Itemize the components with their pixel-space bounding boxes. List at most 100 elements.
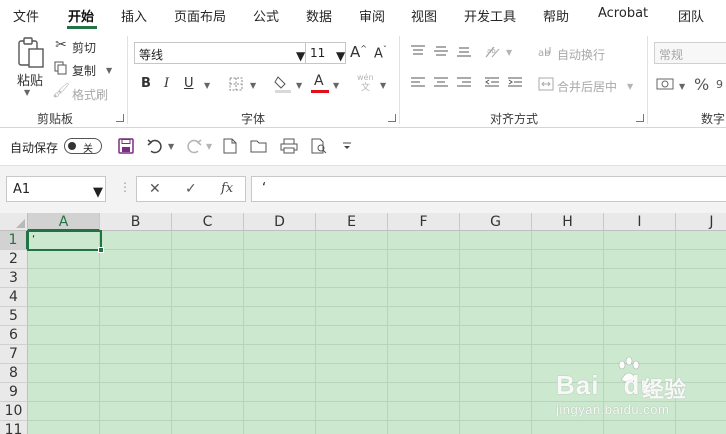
cut-button[interactable]: 剪切 <box>72 39 96 56</box>
underline-button[interactable]: U <box>184 76 194 91</box>
tab-insert[interactable]: 插入 <box>121 6 147 25</box>
orientation-dropdown-icon[interactable]: ▼ <box>506 48 512 57</box>
phonetic-guide-icon[interactable]: wén 文 <box>356 74 376 94</box>
orientation-icon[interactable]: ab <box>484 43 502 59</box>
accounting-dropdown-icon[interactable]: ▼ <box>679 82 685 91</box>
redo-icon[interactable] <box>184 137 204 155</box>
paste-icon[interactable] <box>14 36 48 70</box>
underline-dropdown-icon[interactable]: ▼ <box>204 81 210 90</box>
copy-button[interactable]: 复制 <box>72 62 96 79</box>
tab-file[interactable]: 文件 <box>13 6 39 25</box>
alignment-launcher-icon[interactable] <box>636 114 644 122</box>
column-header-a[interactable]: A <box>28 213 100 231</box>
tab-data[interactable]: 数据 <box>306 6 332 25</box>
save-icon[interactable] <box>117 137 135 155</box>
font-name-select[interactable]: 等线 ▼ <box>134 42 306 64</box>
undo-icon[interactable] <box>145 137 165 155</box>
row-header-6[interactable]: 6 <box>0 326 28 345</box>
cancel-entry-button[interactable]: ✕ <box>149 181 161 197</box>
undo-dropdown-icon[interactable]: ▼ <box>168 142 174 151</box>
formula-input[interactable]: ‘ <box>251 176 726 202</box>
scissors-icon[interactable]: ✂ <box>54 38 68 52</box>
enter-entry-button[interactable]: ✓ <box>185 181 197 197</box>
increase-font-size-button[interactable]: A^ <box>350 43 367 61</box>
increase-indent-icon[interactable] <box>507 76 523 90</box>
accounting-format-icon[interactable] <box>656 76 676 92</box>
wrap-text-icon[interactable]: ab <box>538 44 554 60</box>
open-folder-icon[interactable] <box>250 137 268 155</box>
align-bottom-icon[interactable] <box>456 44 472 58</box>
formula-bar-divider-handle[interactable]: ⋮ <box>119 180 131 194</box>
column-header-d[interactable]: D <box>244 213 316 231</box>
percent-style-button[interactable]: % <box>694 75 709 94</box>
row-header-5[interactable]: 5 <box>0 307 28 326</box>
print-icon[interactable] <box>280 137 298 155</box>
bold-button[interactable]: B <box>141 76 151 91</box>
align-left-icon[interactable] <box>410 76 426 90</box>
tab-view[interactable]: 视图 <box>411 6 437 25</box>
column-header-c[interactable]: C <box>172 213 244 231</box>
name-box[interactable]: A1 ▼ <box>6 176 106 202</box>
row-header-3[interactable]: 3 <box>0 269 28 288</box>
column-header-f[interactable]: F <box>388 213 460 231</box>
row-header-7[interactable]: 7 <box>0 345 28 364</box>
decrease-indent-icon[interactable] <box>484 76 500 90</box>
row-header-11[interactable]: 11 <box>0 421 28 434</box>
row-header-9[interactable]: 9 <box>0 383 28 402</box>
row-header-10[interactable]: 10 <box>0 402 28 421</box>
tab-acrobat[interactable]: Acrobat <box>598 6 648 21</box>
insert-function-button[interactable]: fx <box>221 181 233 196</box>
row-header-4[interactable]: 4 <box>0 288 28 307</box>
tab-review[interactable]: 审阅 <box>359 6 385 25</box>
tab-formulas[interactable]: 公式 <box>253 6 279 25</box>
fill-color-icon[interactable] <box>274 74 292 94</box>
tab-home[interactable]: 开始 <box>68 6 94 25</box>
font-size-select[interactable]: 11 ▼ <box>306 42 346 64</box>
format-painter-icon[interactable]: 🖌 <box>52 84 70 98</box>
border-icon[interactable] <box>228 76 244 92</box>
merge-center-button[interactable]: 合并后居中 <box>557 78 617 95</box>
row-header-1[interactable]: 1 <box>0 231 28 250</box>
new-file-icon[interactable] <box>222 137 238 155</box>
tab-team[interactable]: 团队 <box>678 6 704 25</box>
column-header-g[interactable]: G <box>460 213 532 231</box>
autosave-toggle[interactable]: 关 <box>64 138 102 155</box>
redo-dropdown-icon[interactable]: ▼ <box>206 142 212 151</box>
fill-color-dropdown-icon[interactable]: ▼ <box>296 81 302 90</box>
align-middle-icon[interactable] <box>433 44 449 58</box>
decrease-font-size-button[interactable]: Aˇ <box>374 45 387 61</box>
print-preview-icon[interactable] <box>310 137 328 155</box>
tab-help[interactable]: 帮助 <box>543 6 569 25</box>
fill-handle[interactable] <box>98 247 104 253</box>
align-top-icon[interactable] <box>410 44 426 58</box>
border-dropdown-icon[interactable]: ▼ <box>250 81 256 90</box>
column-header-j[interactable]: J <box>676 213 726 231</box>
tab-developer[interactable]: 开发工具 <box>464 6 516 25</box>
phonetic-dropdown-icon[interactable]: ▼ <box>380 81 386 90</box>
customize-toolbar-icon[interactable] <box>340 138 354 154</box>
align-center-icon[interactable] <box>433 76 449 90</box>
wrap-text-button[interactable]: 自动换行 <box>557 46 605 63</box>
select-all-button[interactable] <box>0 213 28 231</box>
active-cell-a1[interactable] <box>27 230 104 253</box>
copy-icon[interactable] <box>54 61 68 75</box>
align-right-icon[interactable] <box>456 76 472 90</box>
font-color-icon[interactable]: A <box>311 74 329 94</box>
number-format-select[interactable]: 常规 <box>654 42 726 64</box>
font-color-dropdown-icon[interactable]: ▼ <box>333 81 339 90</box>
paste-dropdown-icon[interactable]: ▼ <box>24 88 30 97</box>
column-header-b[interactable]: B <box>100 213 172 231</box>
format-painter-button[interactable]: 格式刷 <box>72 86 108 103</box>
copy-dropdown-icon[interactable]: ▼ <box>106 66 112 75</box>
font-launcher-icon[interactable] <box>388 114 396 122</box>
clipboard-launcher-icon[interactable] <box>116 114 124 122</box>
comma-style-icon[interactable]: 9 <box>716 76 726 92</box>
column-header-h[interactable]: H <box>532 213 604 231</box>
row-header-8[interactable]: 8 <box>0 364 28 383</box>
merge-dropdown-icon[interactable]: ▼ <box>627 82 633 91</box>
column-header-e[interactable]: E <box>316 213 388 231</box>
merge-center-icon[interactable] <box>538 76 554 92</box>
column-header-i[interactable]: I <box>604 213 676 231</box>
tab-page-layout[interactable]: 页面布局 <box>174 6 226 25</box>
paste-button[interactable]: 粘贴 <box>17 70 43 89</box>
